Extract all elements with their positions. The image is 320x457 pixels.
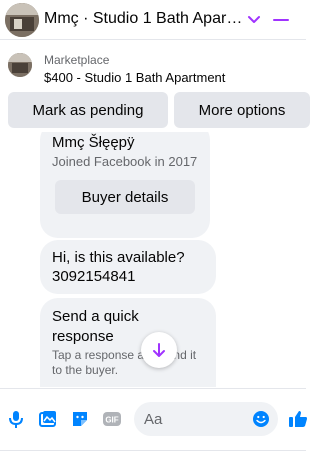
like-icon[interactable] <box>288 409 308 429</box>
listing-actions: Mark as pending More options <box>0 90 310 130</box>
buyer-details-button[interactable]: Buyer details <box>55 180 195 214</box>
conversation-title[interactable]: Mmç · Studio 1 Bath Apart… <box>44 10 244 28</box>
listing-title: $400 - Studio 1 Bath Apartment <box>44 70 226 85</box>
mark-as-pending-button[interactable]: Mark as pending <box>8 92 168 128</box>
emoji-icon[interactable] <box>252 410 270 428</box>
arrow-down-icon <box>153 343 165 357</box>
message-bubble: Hi, is this available? 3092154841 <box>40 240 216 294</box>
buyer-profile-card: Mmç Šłęępÿ Joined Facebook in 2017 Buyer… <box>40 132 210 238</box>
sticker-icon[interactable] <box>70 409 90 429</box>
gif-icon[interactable]: GIF <box>102 409 122 429</box>
scroll-to-bottom-button[interactable] <box>141 332 177 368</box>
svg-text:GIF: GIF <box>105 416 118 425</box>
quick-response-subtitle: Tap a response and send it to the buyer. <box>52 348 197 377</box>
minimize-icon[interactable] <box>270 10 290 30</box>
marketplace-label: Marketplace <box>44 53 110 67</box>
window-bottom-edge <box>0 450 306 457</box>
message-composer: GIF Aa <box>0 388 308 448</box>
listing-thumbnail <box>8 53 32 77</box>
microphone-icon[interactable] <box>6 409 26 429</box>
chat-header: Mmç · Studio 1 Bath Apart… <box>0 0 306 40</box>
chevron-down-icon[interactable] <box>244 10 264 30</box>
more-options-button[interactable]: More options <box>174 92 310 128</box>
photo-icon[interactable] <box>38 409 58 429</box>
message-input-placeholder: Aa <box>144 411 163 428</box>
message-text: Hi, is this available? <box>52 249 185 266</box>
message-phone: 3092154841 <box>52 268 136 285</box>
buyer-joined: Joined Facebook in 2017 <box>52 154 198 169</box>
quick-response-card: Send a quick response Tap a response and… <box>40 298 216 387</box>
message-input[interactable]: Aa <box>134 402 278 436</box>
avatar[interactable] <box>5 3 39 37</box>
marketplace-listing-banner[interactable]: Marketplace $400 - Studio 1 Bath Apartme… <box>0 41 306 89</box>
buyer-name: Mmç Šłęępÿ <box>52 134 135 151</box>
message-thread[interactable]: Mmç Šłęępÿ Joined Facebook in 2017 Buyer… <box>0 132 306 387</box>
